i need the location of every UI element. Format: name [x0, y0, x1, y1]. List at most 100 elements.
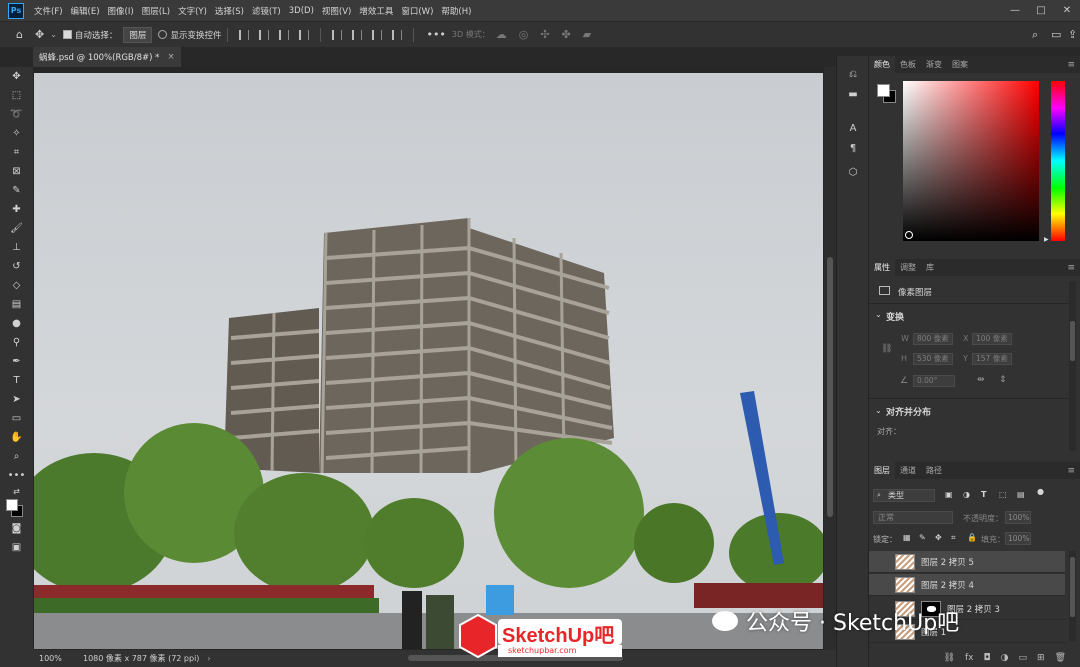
vertical-scroll-thumb[interactable] [827, 257, 833, 517]
color-picker-field[interactable] [903, 81, 1039, 241]
hue-slider[interactable] [1051, 81, 1065, 241]
chevron-down-icon[interactable]: ⌄ [875, 406, 882, 415]
tab-color[interactable]: 颜色 [869, 56, 895, 73]
tab-properties[interactable]: 属性 [869, 259, 895, 276]
document-tab[interactable]: 蜗蜂.psd @ 100%(RGB/8#) * × [33, 47, 181, 67]
layer-style-icon[interactable]: fx [965, 653, 974, 663]
lasso-tool-icon[interactable]: ➰ [0, 105, 33, 124]
x-field[interactable]: 100 像素 [972, 333, 1012, 345]
eyedropper-tool-icon[interactable]: ✎ [0, 181, 33, 200]
color-picker-cursor[interactable] [905, 231, 913, 239]
tab-paths[interactable]: 路径 [921, 462, 947, 479]
crop-tool-icon[interactable]: ⌗ [0, 143, 33, 162]
align-section-title[interactable]: 对齐并分布 [886, 405, 931, 418]
layer-row[interactable]: 图层 2 拷贝 5 [869, 551, 1065, 573]
layer-name[interactable]: 图层 2 拷贝 4 [921, 579, 974, 591]
layer-name[interactable]: 图层 2 拷贝 5 [921, 556, 974, 568]
angle-field[interactable]: 0.00° [913, 375, 955, 387]
lock-image-icon[interactable]: ✎ [919, 533, 926, 542]
tab-gradients[interactable]: 渐变 [921, 56, 947, 73]
eraser-tool-icon[interactable]: ◇ [0, 276, 33, 295]
width-field[interactable]: 800 像素 [913, 333, 953, 345]
hand-tool-icon[interactable]: ✋ [0, 428, 33, 447]
foreground-color-swatch[interactable] [6, 499, 18, 511]
clone-stamp-tool-icon[interactable]: ⊥ [0, 238, 33, 257]
lock-position-icon[interactable]: ✥ [935, 533, 942, 542]
swap-colors-icon[interactable]: ⇄ [0, 485, 33, 497]
hue-slider-marker[interactable]: ▶ [1044, 236, 1049, 243]
menu-select[interactable]: 选择(S) [211, 5, 248, 17]
magic-wand-tool-icon[interactable]: ✧ [0, 124, 33, 143]
filter-adjustment-icon[interactable]: ◑ [963, 490, 970, 499]
rectangle-tool-icon[interactable]: ▭ [0, 409, 33, 428]
pen-tool-icon[interactable]: ✒ [0, 352, 33, 371]
menu-3d[interactable]: 3D(D) [285, 6, 318, 16]
dodge-tool-icon[interactable]: ⚲ [0, 333, 33, 352]
lock-artboard-icon[interactable]: ⌗ [951, 533, 956, 543]
home-icon[interactable]: ⌂ [16, 28, 23, 41]
adjustment-layer-icon[interactable]: ◑ [1001, 653, 1009, 663]
menu-layer[interactable]: 图层(L) [138, 5, 174, 17]
document-image[interactable] [34, 73, 823, 649]
comments-panel-icon[interactable]: ▬ [837, 84, 869, 104]
history-panel-icon[interactable]: ⎌ [837, 64, 869, 84]
menu-edit[interactable]: 编辑(E) [67, 5, 104, 17]
auto-select-checkbox[interactable] [62, 30, 72, 39]
auto-select-dropdown[interactable]: 图层 [123, 26, 153, 43]
layers-scrollbar[interactable] [1069, 551, 1076, 641]
layer-filter-dropdown[interactable]: ⌕ 类型 [873, 489, 935, 502]
color-swatches[interactable] [0, 497, 33, 519]
flip-horizontal-icon[interactable]: ⇹ [977, 375, 985, 385]
menu-type[interactable]: 文字(Y) [174, 5, 211, 17]
filter-smart-object-icon[interactable]: ▤ [1017, 490, 1025, 499]
align-bottom-icon[interactable] [372, 29, 383, 40]
link-layers-icon[interactable]: ⛓ [944, 653, 955, 663]
new-layer-icon[interactable]: ⊞ [1037, 653, 1045, 663]
3d-panel-icon[interactable]: ⬡ [837, 162, 869, 182]
menu-help[interactable]: 帮助(H) [437, 5, 475, 17]
menu-filter[interactable]: 滤镜(T) [248, 5, 285, 17]
close-icon[interactable]: ✕ [1054, 0, 1080, 21]
align-right-icon[interactable] [279, 29, 290, 40]
align-top-icon[interactable] [332, 29, 343, 40]
properties-scrollbar[interactable] [1069, 281, 1076, 451]
close-tab-icon[interactable]: × [167, 52, 174, 62]
align-middle-icon[interactable] [352, 29, 363, 40]
filter-toggle-icon[interactable]: ● [1037, 487, 1044, 496]
lock-all-icon[interactable]: 🔒 [967, 533, 977, 542]
chevron-down-icon[interactable]: ⌄ [50, 30, 57, 39]
height-field[interactable]: 530 像素 [913, 353, 953, 365]
fill-field[interactable]: 100% [1005, 532, 1031, 545]
edit-toolbar-icon[interactable]: ••• [0, 466, 33, 485]
type-tool-icon[interactable]: T [0, 371, 33, 390]
distribute-vertical-icon[interactable] [392, 29, 403, 40]
workspace-icon[interactable]: ▭ [1051, 28, 1061, 41]
delete-layer-icon[interactable]: 🗑 [1055, 653, 1066, 663]
panel-menu-icon[interactable]: ≡ [1067, 263, 1075, 273]
align-center-icon[interactable] [259, 29, 270, 40]
tab-patterns[interactable]: 图案 [947, 56, 973, 73]
move-tool-icon[interactable]: ✥ [35, 28, 44, 41]
tab-layers[interactable]: 图层 [869, 462, 895, 479]
layers-scroll-thumb[interactable] [1070, 557, 1075, 617]
filter-shape-icon[interactable]: ⬚ [999, 490, 1007, 499]
healing-brush-tool-icon[interactable]: ✚ [0, 200, 33, 219]
new-group-icon[interactable]: ▭ [1019, 653, 1028, 663]
blend-mode-dropdown[interactable]: 正常 [873, 511, 953, 524]
lock-transparent-icon[interactable]: ▦ [903, 533, 911, 542]
align-left-icon[interactable] [239, 29, 250, 40]
properties-scroll-thumb[interactable] [1070, 321, 1075, 361]
quick-mask-icon[interactable]: ◙ [0, 519, 33, 538]
zoom-level[interactable]: 100% [39, 654, 83, 663]
frame-tool-icon[interactable]: ⊠ [0, 162, 33, 181]
menu-window[interactable]: 窗口(W) [397, 5, 437, 17]
brush-tool-icon[interactable]: 🖌 [0, 219, 33, 238]
character-panel-icon[interactable]: A [837, 118, 869, 138]
marquee-tool-icon[interactable]: ⬚ [0, 86, 33, 105]
search-icon[interactable]: ⌕ [1032, 28, 1038, 42]
path-selection-tool-icon[interactable]: ➤ [0, 390, 33, 409]
panel-menu-icon[interactable]: ≡ [1067, 466, 1075, 476]
panel-menu-icon[interactable]: ≡ [1067, 60, 1075, 70]
minimize-icon[interactable]: — [1002, 0, 1028, 21]
layer-row[interactable]: 图层 2 拷贝 4 [869, 574, 1065, 596]
